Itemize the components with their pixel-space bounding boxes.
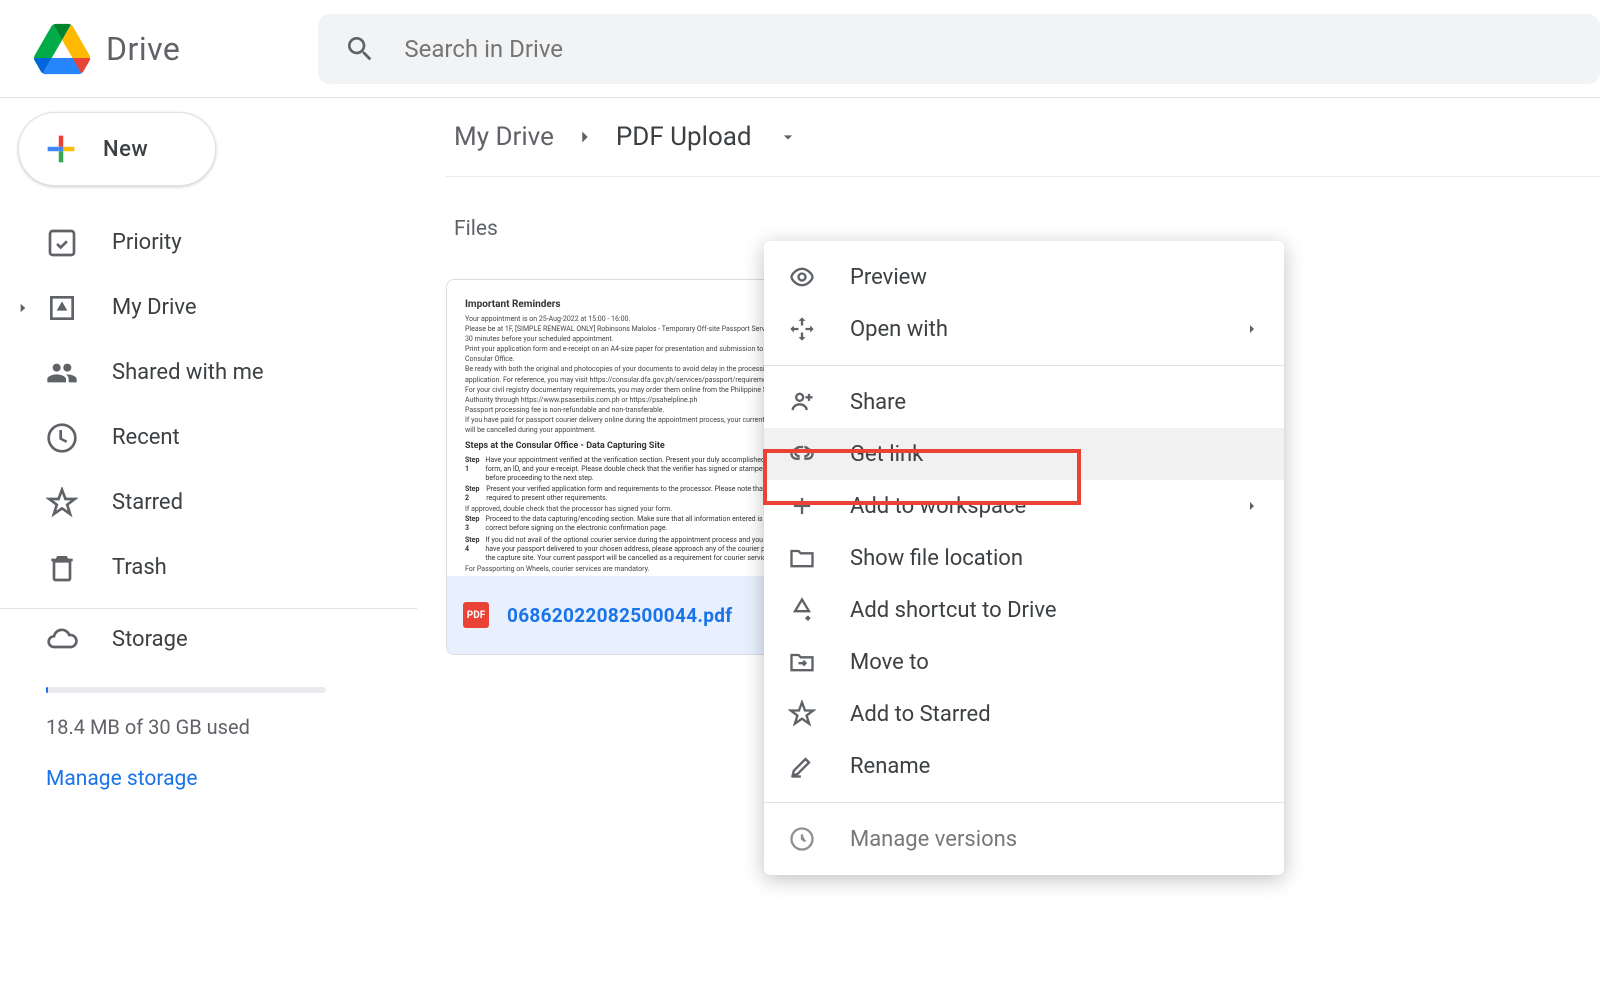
breadcrumb: My Drive PDF Upload <box>446 118 1600 177</box>
breadcrumb-root[interactable]: My Drive <box>446 118 562 156</box>
cm-open-with[interactable]: Open with <box>764 303 1284 355</box>
nav-label: My Drive <box>112 295 197 320</box>
cm-label: Open with <box>850 317 1244 342</box>
cm-label: Add to workspace <box>850 494 1244 519</box>
cm-label: Show file location <box>850 546 1260 571</box>
nav-recent[interactable]: Recent <box>0 405 417 470</box>
cm-add-starred[interactable]: Add to Starred <box>764 688 1284 740</box>
divider <box>0 608 417 609</box>
cm-move-to[interactable]: Move to <box>764 636 1284 688</box>
storage-meter <box>46 687 326 693</box>
chevron-right-icon <box>1244 498 1260 514</box>
plus-icon <box>788 492 816 520</box>
recent-icon <box>46 422 78 454</box>
divider <box>764 365 1284 366</box>
nav-list: Priority My Drive Shared with me Recent … <box>0 210 417 600</box>
search-input[interactable] <box>404 35 1574 63</box>
cm-label: Move to <box>850 650 1260 675</box>
drive-logo[interactable]: Drive <box>34 23 180 75</box>
nav-label: Priority <box>112 230 182 255</box>
storage-label: Storage <box>112 627 188 652</box>
context-menu: Preview Open with Share Get link Add to … <box>764 241 1284 875</box>
cm-add-shortcut[interactable]: Add shortcut to Drive <box>764 584 1284 636</box>
cm-get-link[interactable]: Get link <box>764 428 1284 480</box>
nav-label: Trash <box>112 555 167 580</box>
search-icon <box>344 33 376 65</box>
pdf-icon: PDF <box>463 602 489 628</box>
nav-shared[interactable]: Shared with me <box>0 340 417 405</box>
cm-label: Share <box>850 390 1260 415</box>
history-icon <box>788 825 816 853</box>
cm-show-location[interactable]: Show file location <box>764 532 1284 584</box>
nav-label: Starred <box>112 490 183 515</box>
breadcrumb-current[interactable]: PDF Upload <box>608 118 760 156</box>
cm-label: Get link <box>850 442 1260 467</box>
nav-priority[interactable]: Priority <box>0 210 417 275</box>
move-to-icon <box>788 648 816 676</box>
priority-icon <box>46 227 78 259</box>
cm-share[interactable]: Share <box>764 376 1284 428</box>
nav-storage[interactable]: Storage <box>46 623 417 655</box>
manage-storage-link[interactable]: Manage storage <box>46 767 197 791</box>
star-icon <box>788 700 816 728</box>
cm-label: Add shortcut to Drive <box>850 598 1260 623</box>
dropdown-icon[interactable] <box>778 127 798 147</box>
cm-manage-versions[interactable]: Manage versions <box>764 813 1284 865</box>
shared-icon <box>46 357 78 389</box>
search-bar[interactable] <box>318 14 1600 84</box>
drive-logo-icon <box>34 23 90 75</box>
cm-label: Manage versions <box>850 827 1260 852</box>
chevron-right-icon <box>1244 321 1260 337</box>
storage-section: Storage 18.4 MB of 30 GB used Manage sto… <box>0 623 417 791</box>
chevron-right-icon <box>574 126 596 148</box>
starred-icon <box>46 487 78 519</box>
nav-label: Shared with me <box>112 360 264 385</box>
cm-rename[interactable]: Rename <box>764 740 1284 792</box>
folder-icon <box>788 544 816 572</box>
plus-icon <box>41 129 81 169</box>
link-icon <box>788 440 816 468</box>
app-title: Drive <box>106 30 180 68</box>
cm-add-workspace[interactable]: Add to workspace <box>764 480 1284 532</box>
eye-icon <box>788 263 816 291</box>
mydrive-icon <box>46 292 78 324</box>
header: Drive <box>0 0 1600 98</box>
divider <box>764 802 1284 803</box>
share-person-icon <box>788 388 816 416</box>
new-button[interactable]: New <box>18 112 216 186</box>
nav-trash[interactable]: Trash <box>0 535 417 600</box>
open-with-icon <box>788 315 816 343</box>
file-name: 06862022082500044.pdf <box>507 604 732 627</box>
rename-icon <box>788 752 816 780</box>
nav-mydrive[interactable]: My Drive <box>0 275 417 340</box>
new-label: New <box>103 137 148 162</box>
storage-text: 18.4 MB of 30 GB used <box>46 715 417 739</box>
cm-preview[interactable]: Preview <box>764 251 1284 303</box>
cm-label: Preview <box>850 265 1260 290</box>
cloud-icon <box>46 623 78 655</box>
section-files-title: Files <box>454 217 1600 241</box>
caret-right-icon <box>16 301 30 315</box>
cm-label: Rename <box>850 754 1260 779</box>
nav-label: Recent <box>112 425 180 450</box>
cm-label: Add to Starred <box>850 702 1260 727</box>
sidebar: New Priority My Drive Shared with me Rec… <box>0 98 418 1005</box>
shortcut-icon <box>788 596 816 624</box>
trash-icon <box>46 552 78 584</box>
nav-starred[interactable]: Starred <box>0 470 417 535</box>
